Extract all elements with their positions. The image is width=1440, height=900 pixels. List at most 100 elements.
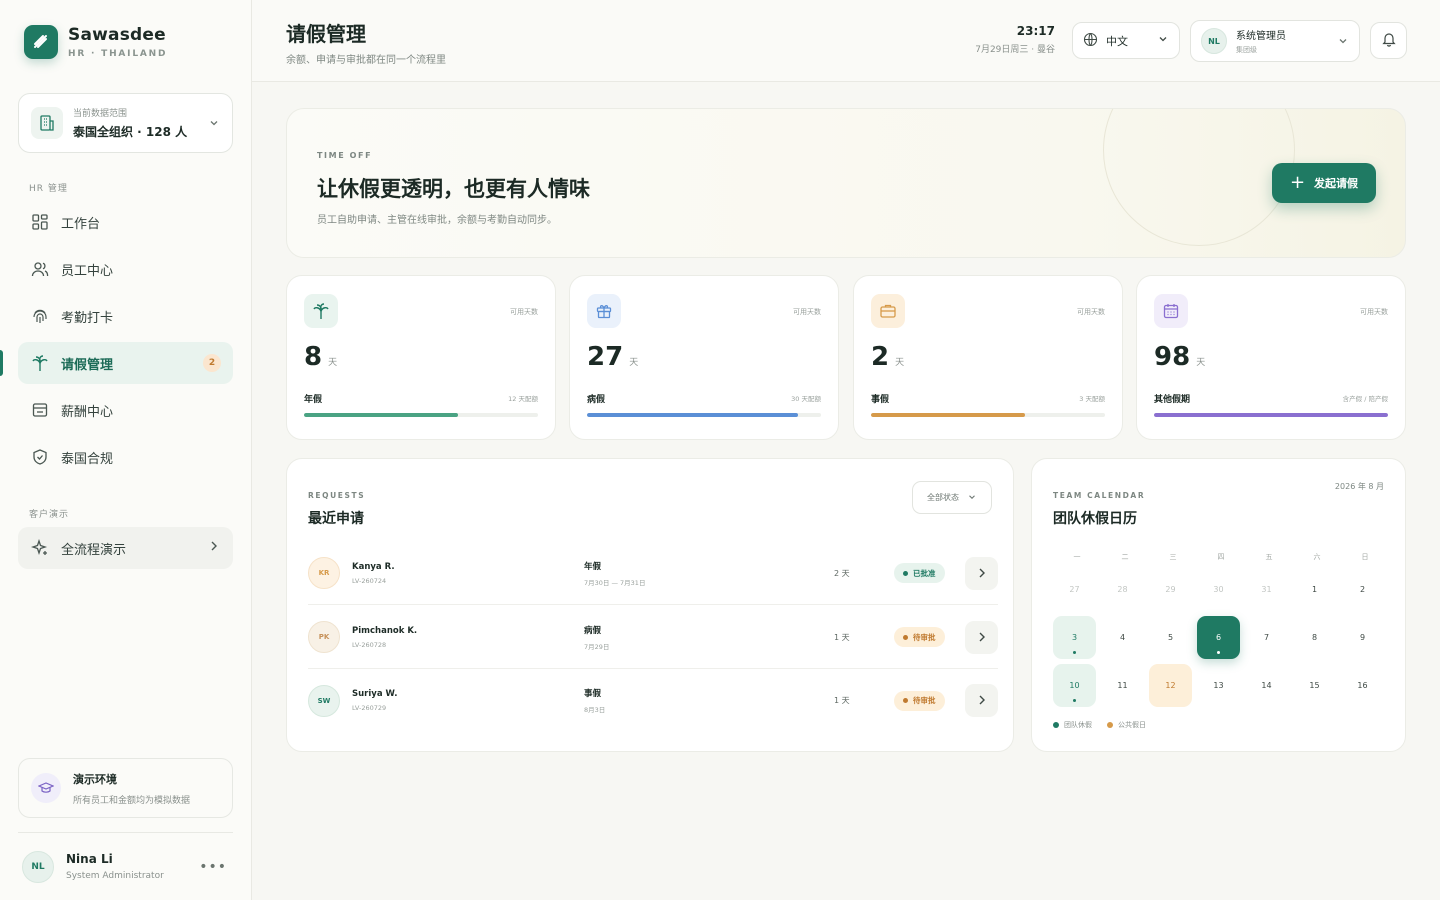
leave-days: 1 天 (834, 696, 850, 705)
notifications-button[interactable] (1370, 22, 1407, 59)
chevron-down-icon (1337, 32, 1349, 51)
chevron-down-icon (1157, 33, 1169, 48)
balance-card-personal[interactable]: 可用天数 2天 事假 3 天配额 (853, 275, 1123, 440)
palm-icon (304, 294, 338, 328)
sidebar-item-dashboard[interactable]: 工作台 (18, 201, 233, 243)
team-leave-dot (1217, 651, 1220, 654)
balance-unit: 天 (629, 358, 639, 368)
weekday-label: 四 (1217, 553, 1225, 561)
scope-selector[interactable]: 当前数据范围 泰国全组织 · 128 人 (18, 93, 233, 153)
calendar-day-number: 29 (1165, 585, 1176, 594)
calendar-day-number: 10 (1069, 681, 1080, 690)
open-request-button[interactable] (965, 620, 998, 654)
balance-progress-track (587, 413, 821, 417)
weekday-label: 六 (1313, 553, 1321, 561)
status-filter-label: 全部状态 (927, 493, 959, 502)
sidebar-item-payroll[interactable]: 薪酬中心 (18, 389, 233, 431)
sidebar-item-leave[interactable]: 请假管理 2 (18, 342, 233, 384)
hero-banner: TIME OFF 让休假更透明，也更有人情味 员工自助申请、主管在线审批，余额与… (286, 108, 1406, 258)
open-request-button[interactable] (965, 556, 998, 590)
sidebar-item-employees[interactable]: 员工中心 (18, 248, 233, 290)
account-menu[interactable]: NL 系统管理员 集团级 (1190, 20, 1360, 62)
leave-days: 1 天 (834, 632, 850, 642)
pending-count-badge: 2 (203, 354, 221, 372)
plus-icon: + (1289, 172, 1306, 193)
hero-title: 让休假更透明，也更有人情味 (317, 177, 590, 201)
calendar-day[interactable]: 4 (1101, 616, 1144, 659)
calendar-day[interactable]: 29 (1149, 568, 1192, 611)
request-id: LV-260728 (352, 640, 387, 649)
calendar-day[interactable]: 27 (1053, 568, 1096, 611)
weekday-label: 日 (1361, 553, 1369, 561)
balance-label: 可用天数 (1360, 308, 1388, 316)
status-label: 待审批 (913, 632, 936, 642)
employee-name: Kanya R. (352, 561, 395, 572)
calendar-day[interactable]: 30 (1197, 568, 1240, 611)
avatar: NL (22, 850, 54, 883)
calendar-day[interactable]: 11 (1101, 664, 1144, 707)
balance-progress-track (304, 413, 538, 417)
calendar-day[interactable]: 16 (1341, 664, 1384, 707)
calendar-day[interactable]: 13 (1197, 664, 1240, 707)
calendar-day-number: 12 (1165, 681, 1176, 690)
balance-unit: 天 (328, 358, 338, 368)
balance-card-sick[interactable]: 可用天数 27 天 病假 30 天配额 (569, 275, 839, 440)
status-badge: 已批准 (894, 563, 945, 583)
balance-card-other[interactable]: 可用天数 98 天 其他假期 含产假 / 陪产假 (1136, 275, 1406, 440)
brand-sub: HR · THAILAND (68, 49, 168, 59)
calendar-day[interactable]: 5 (1149, 616, 1192, 659)
balance-number: 8 (304, 342, 323, 372)
calendar-day[interactable]: 8 (1293, 616, 1336, 659)
calendar-day-number: 1 (1311, 585, 1318, 594)
status-badge: 待审批 (894, 627, 945, 647)
status-dot (903, 698, 908, 703)
recent-requests-card: REQUESTS 最近申请 全部状态 KR Kanya R. LV-260724 年假… (286, 458, 1014, 752)
brand-logo-icon (24, 25, 58, 59)
brand[interactable]: Sawasdee HR · THAILAND (24, 25, 167, 59)
sidebar-item-compliance[interactable]: 泰国合规 (18, 436, 233, 478)
calendar-day[interactable]: 3 (1053, 616, 1096, 659)
table-row[interactable]: KR Kanya R. LV-260724 年假 7月30日 — 7月31日 2 天 已批准 (308, 542, 998, 605)
calendar-day[interactable]: 28 (1101, 568, 1144, 611)
language-selector[interactable]: 中文 (1072, 22, 1180, 59)
team-calendar-card: TEAM CALENDAR 团队休假日历 2026 年 8 月 一二三四五六日 … (1031, 458, 1406, 752)
new-leave-request-button[interactable]: + 发起请假 (1272, 163, 1376, 203)
open-request-button[interactable] (965, 684, 998, 717)
scope-value: 泰国全组织 · 128 人 (73, 125, 188, 139)
demo-item-label: 全流程演示 (61, 542, 127, 558)
balance-label: 可用天数 (510, 308, 538, 316)
sidebar-item-label: 薪酬中心 (61, 404, 114, 420)
calendar-day[interactable]: 2 (1341, 568, 1384, 611)
balance-value: 2天 (871, 342, 904, 372)
calendar-day[interactable]: 15 (1293, 664, 1336, 707)
section-label-demo: 客户演示 (29, 510, 70, 520)
calendar-title: 团队休假日历 (1053, 511, 1137, 527)
calendar-day[interactable]: 9 (1341, 616, 1384, 659)
balance-quota: 30 天配额 (791, 395, 821, 403)
table-row[interactable]: PK Pimchanok K. LV-260728 病假 7月29日 1 天 待审批 (308, 606, 998, 669)
status-filter-dropdown[interactable]: 全部状态 (912, 481, 992, 514)
calendar-day-number: 15 (1309, 681, 1320, 690)
palm-icon (30, 353, 50, 373)
calendar-day-number: 11 (1117, 681, 1128, 690)
calendar-day[interactable]: 31 (1245, 568, 1288, 611)
current-user[interactable]: NL Nina Li System Administrator ••• (18, 832, 233, 900)
calendar-icon (1154, 294, 1188, 328)
calendar-day[interactable]: 12 (1149, 664, 1192, 707)
table-row[interactable]: SW Suriya W. LV-260729 事假 8月3日 1 天 待审批 (308, 669, 998, 732)
sidebar-item-label: 考勤打卡 (61, 310, 114, 326)
balance-card-annual[interactable]: 可用天数 8天 年假 12 天配额 (286, 275, 556, 440)
users-icon (30, 259, 50, 279)
calendar-day[interactable]: 6 (1197, 616, 1240, 659)
sidebar-item-full-demo[interactable]: 全流程演示 (18, 527, 233, 569)
calendar-day[interactable]: 1 (1293, 568, 1336, 611)
calendar-eyebrow: TEAM CALENDAR (1053, 491, 1146, 500)
sidebar-item-attendance[interactable]: 考勤打卡 (18, 295, 233, 337)
chevron-right-icon (977, 691, 987, 710)
calendar-day[interactable]: 7 (1245, 616, 1288, 659)
more-options-icon[interactable]: ••• (199, 859, 233, 875)
avatar: SW (308, 684, 340, 717)
calendar-day[interactable]: 14 (1245, 664, 1288, 707)
calendar-day[interactable]: 10 (1053, 664, 1096, 707)
status-label: 已批准 (913, 568, 936, 578)
